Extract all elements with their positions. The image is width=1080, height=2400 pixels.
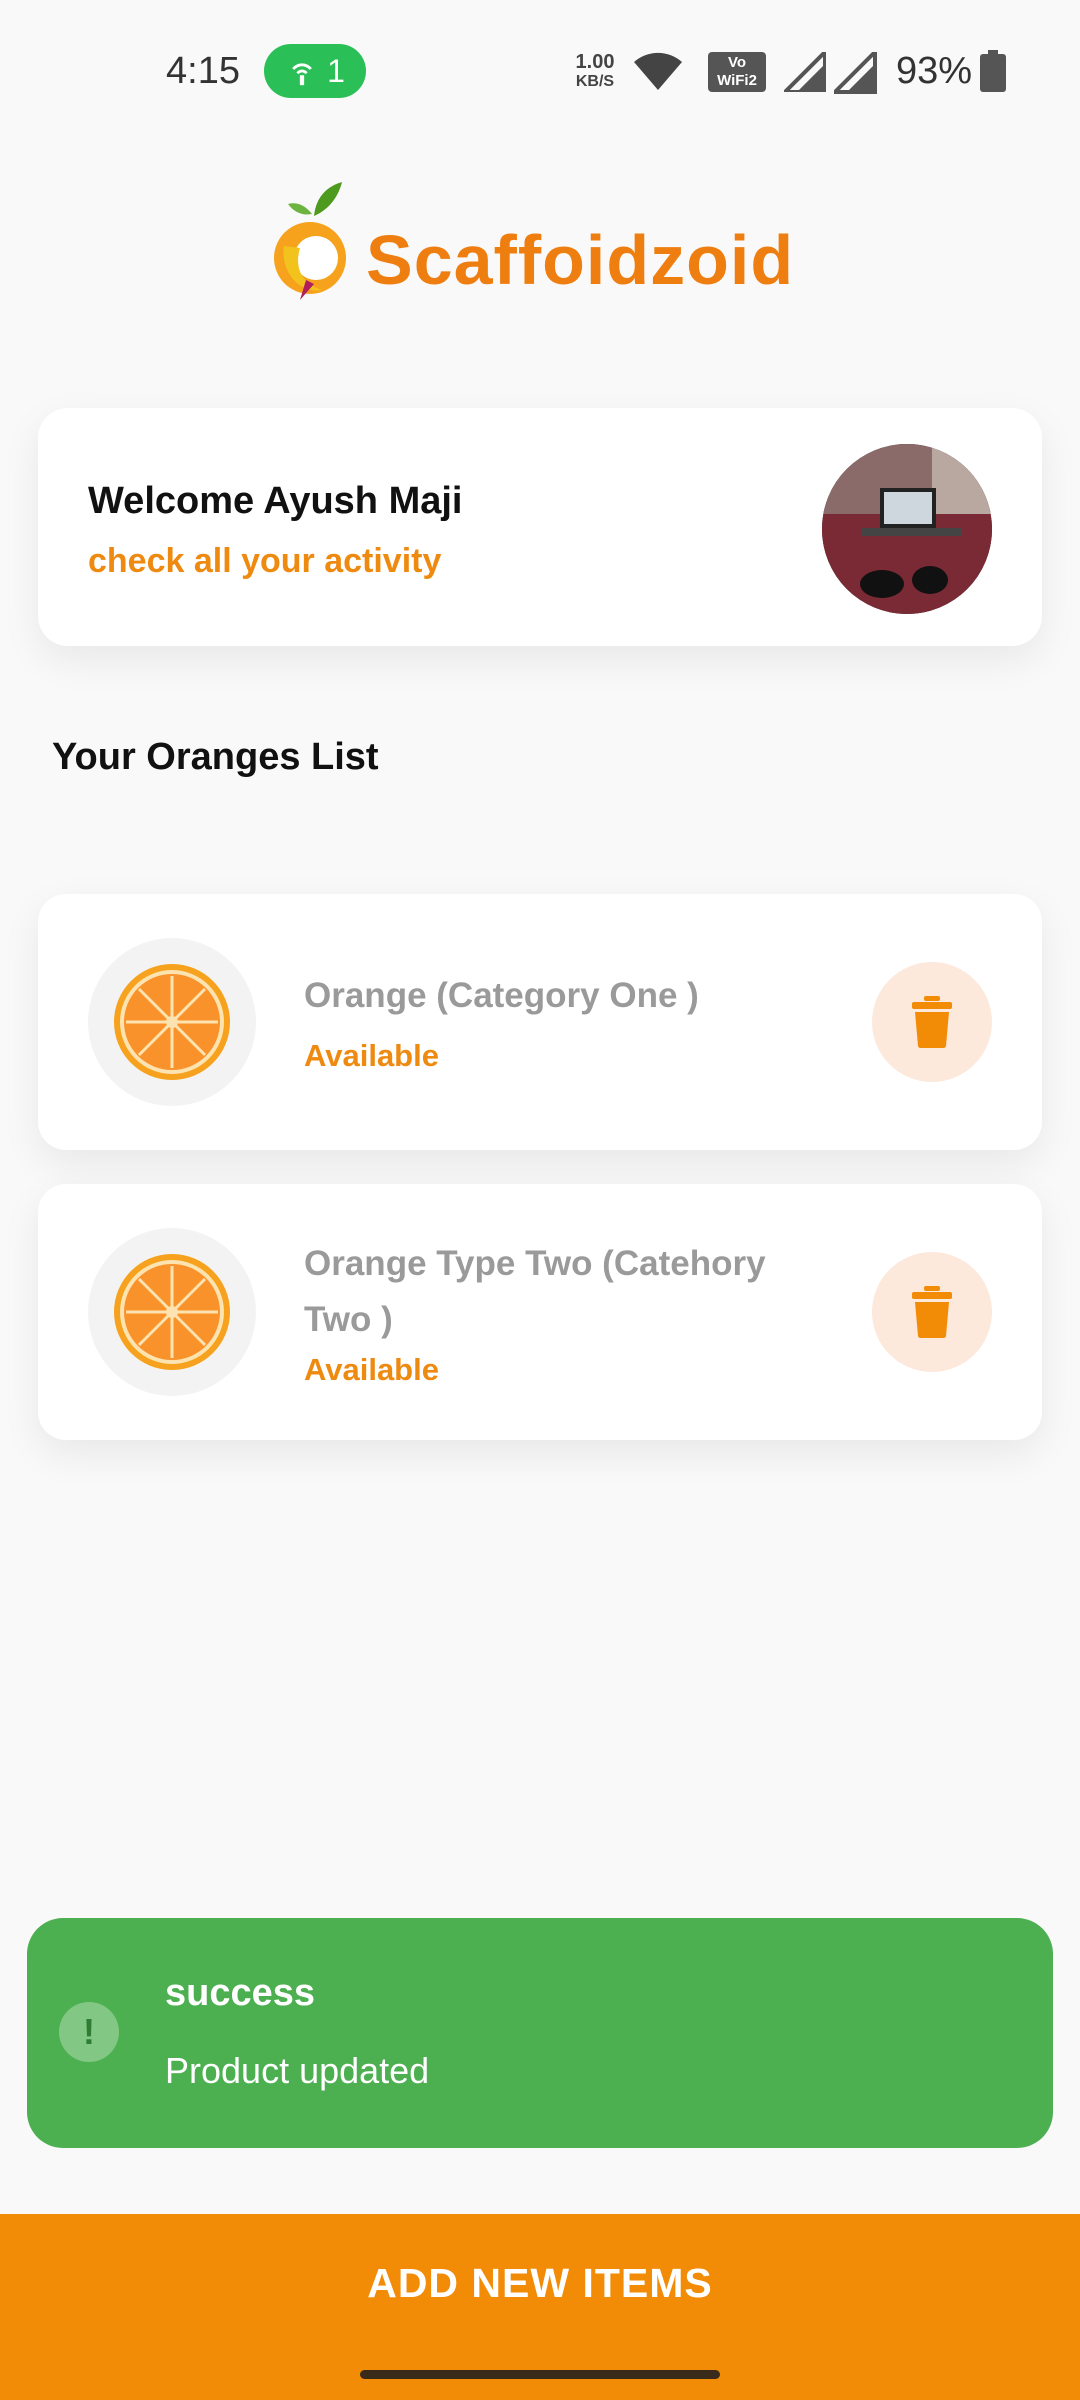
item-status: Available <box>304 1352 439 1387</box>
app-logo: Scaffoidzoid <box>270 176 810 306</box>
section-title: Your Oranges List <box>52 736 379 778</box>
add-new-items-button[interactable]: ADD NEW ITEMS <box>0 2214 1080 2400</box>
item-status: Available <box>304 1038 439 1073</box>
status-bar: 4:15 1 1.00 KB/S Vo WiFi2 93% <box>0 0 1080 140</box>
network-speed-value: 1.00 <box>575 51 615 73</box>
home-indicator[interactable] <box>360 2370 720 2379</box>
snackbar-message: Product updated <box>165 2050 430 2091</box>
list-item[interactable]: Orange Type Two (Catehory Two ) Availabl… <box>38 1184 1042 1440</box>
welcome-subtitle[interactable]: check all your activity <box>88 542 441 581</box>
orange-slice-icon <box>114 1254 230 1370</box>
trash-icon <box>912 1286 952 1338</box>
welcome-card: Welcome Ayush Maji check all your activi… <box>38 408 1042 646</box>
hotspot-badge: 1 <box>264 44 366 98</box>
signal-roaming-icon <box>834 52 877 94</box>
network-speed-unit: KB/S <box>575 73 615 90</box>
avatar-photo <box>822 444 992 614</box>
wifi-icon <box>634 52 682 90</box>
trash-icon <box>912 996 952 1048</box>
snackbar-title: success <box>165 1972 316 2014</box>
network-speed: 1.00 KB/S <box>570 52 620 92</box>
orange-logo-icon <box>274 182 346 300</box>
welcome-title: Welcome Ayush Maji <box>88 480 463 522</box>
delete-button[interactable] <box>872 962 992 1082</box>
item-thumbnail <box>88 1228 256 1396</box>
add-new-items-label: ADD NEW ITEMS <box>367 2260 713 2306</box>
vowifi-icon: Vo WiFi2 <box>708 52 766 92</box>
signal-icon <box>784 52 826 92</box>
vowifi-line2: WiFi2 <box>717 72 757 89</box>
brand-name: Scaffoidzoid <box>366 221 795 299</box>
success-snackbar[interactable]: ! success Product updated <box>27 1918 1053 2148</box>
vowifi-line1: Vo <box>727 54 747 71</box>
item-name: Orange (Category One ) <box>304 976 699 1015</box>
hotspot-icon <box>292 63 313 86</box>
item-name: Orange Type Two (Catehory Two ) <box>304 1244 766 1339</box>
avatar[interactable] <box>822 444 992 614</box>
list-item[interactable]: Orange (Category One ) Available <box>38 894 1042 1150</box>
battery-percent: 93% <box>896 50 973 92</box>
item-thumbnail <box>88 938 256 1106</box>
hotspot-count: 1 <box>327 52 345 89</box>
status-time: 4:15 <box>166 50 240 92</box>
orange-slice-icon <box>114 964 230 1080</box>
battery-icon <box>980 50 1006 92</box>
alert-icon: ! <box>59 2002 119 2062</box>
delete-button[interactable] <box>872 1252 992 1372</box>
